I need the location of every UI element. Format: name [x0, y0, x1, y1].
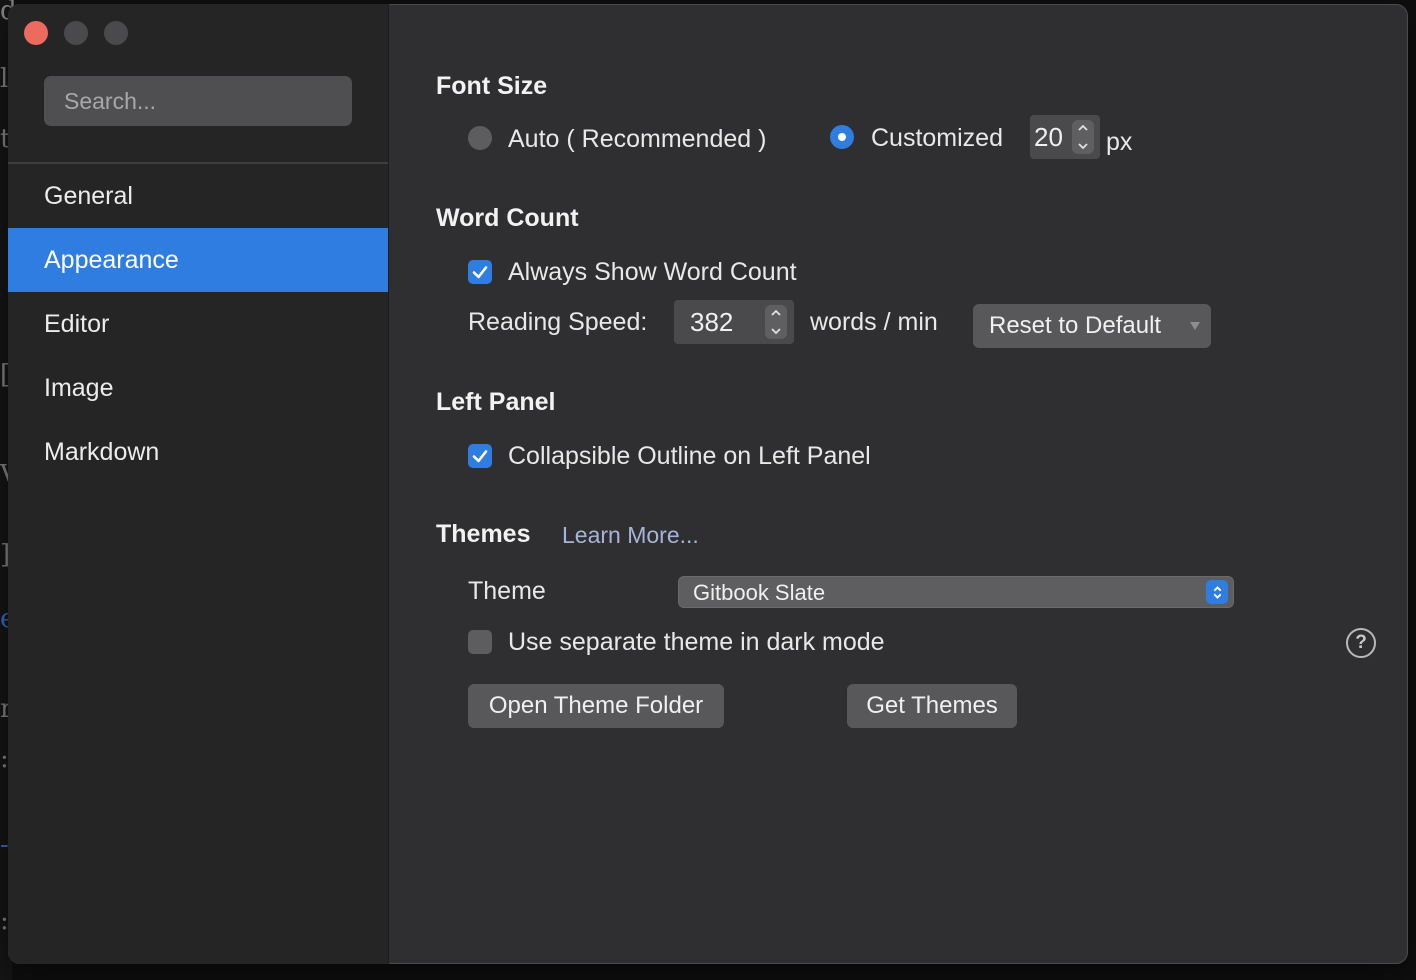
always-show-word-count-checkbox[interactable] — [468, 260, 492, 284]
reset-to-default-button[interactable]: Reset to Default — [973, 304, 1211, 348]
sidebar-item-markdown[interactable]: Markdown — [8, 420, 388, 484]
select-arrows-icon — [1206, 580, 1228, 604]
theme-select[interactable]: Gitbook Slate — [678, 576, 1234, 608]
stepper-arrows-icon[interactable] — [1072, 120, 1094, 154]
appearance-panel: Font Size Auto ( Recommended ) Customize… — [388, 4, 1408, 964]
checkmark-icon — [472, 450, 488, 463]
get-themes-button[interactable]: Get Themes — [847, 684, 1017, 728]
separate-dark-theme-label[interactable]: Use separate theme in dark mode — [508, 628, 885, 657]
reset-to-default-label: Reset to Default — [989, 312, 1162, 339]
sidebar: General Appearance Editor Image Markdown — [8, 4, 389, 964]
sidebar-nav: General Appearance Editor Image Markdown — [8, 164, 388, 484]
sidebar-item-general[interactable]: General — [8, 164, 388, 228]
theme-label: Theme — [468, 577, 546, 605]
font-size-unit: px — [1106, 128, 1133, 156]
font-size-title: Font Size — [436, 72, 548, 100]
themes-title: Themes — [436, 520, 531, 548]
reading-speed-stepper[interactable]: 382 — [674, 300, 794, 344]
reading-speed-unit: words / min — [810, 308, 938, 336]
customized-font-size-label[interactable]: Customized — [871, 124, 1003, 153]
font-size-value[interactable]: 20 — [1034, 122, 1063, 153]
font-size-stepper[interactable]: 20 — [1030, 115, 1100, 159]
stepper-arrows-icon[interactable] — [765, 305, 787, 339]
open-theme-folder-button[interactable]: Open Theme Folder — [468, 684, 724, 728]
theme-select-value: Gitbook Slate — [693, 580, 826, 605]
always-show-word-count-label[interactable]: Always Show Word Count — [508, 258, 797, 287]
left-panel-title: Left Panel — [436, 388, 556, 416]
help-icon[interactable]: ? — [1346, 628, 1376, 658]
customized-font-size-radio[interactable] — [830, 125, 854, 149]
preferences-window: General Appearance Editor Image Markdown… — [8, 4, 1408, 964]
search-input[interactable] — [44, 76, 352, 126]
sidebar-item-appearance[interactable]: Appearance — [8, 228, 388, 292]
reading-speed-value[interactable]: 382 — [690, 307, 733, 338]
auto-font-size-label[interactable]: Auto ( Recommended ) — [508, 125, 766, 154]
separate-dark-theme-checkbox[interactable] — [468, 630, 492, 654]
close-window-button[interactable] — [24, 21, 48, 45]
dropdown-arrow-icon — [1190, 322, 1200, 330]
word-count-title: Word Count — [436, 204, 579, 232]
checkmark-icon — [472, 266, 488, 279]
minimize-window-button[interactable] — [64, 21, 88, 45]
auto-font-size-radio[interactable] — [468, 126, 492, 150]
collapsible-outline-checkbox[interactable] — [468, 444, 492, 468]
sidebar-item-image[interactable]: Image — [8, 356, 388, 420]
zoom-window-button[interactable] — [104, 21, 128, 45]
sidebar-item-editor[interactable]: Editor — [8, 292, 388, 356]
learn-more-link[interactable]: Learn More... — [562, 522, 699, 549]
reading-speed-label: Reading Speed: — [468, 308, 648, 336]
collapsible-outline-label[interactable]: Collapsible Outline on Left Panel — [508, 442, 871, 471]
